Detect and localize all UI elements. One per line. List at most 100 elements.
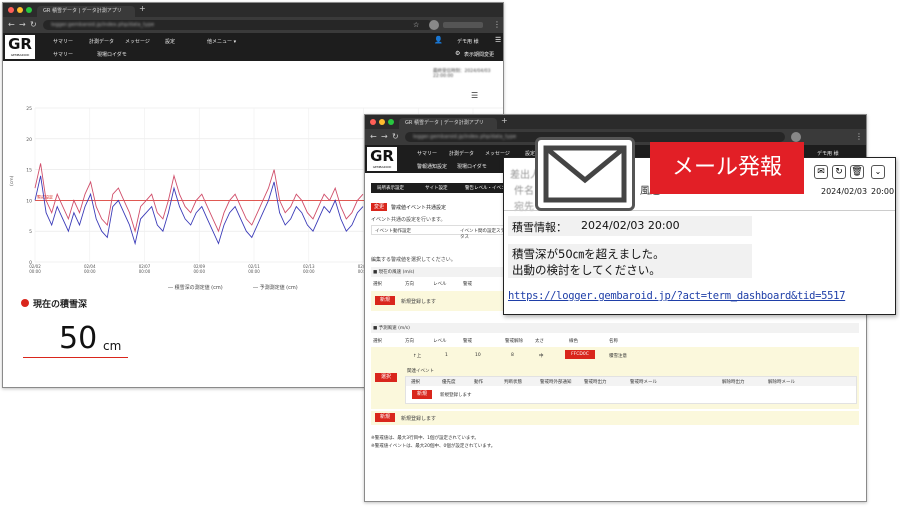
mail-alert-badge: メール発報	[650, 142, 804, 194]
minimize-dot[interactable]	[379, 119, 385, 125]
x-tick-label: 00:00	[303, 269, 315, 274]
logo-text: GR	[8, 35, 32, 53]
change-button[interactable]: 変更	[371, 203, 387, 211]
mail-alert-badge-text: メール発報	[671, 155, 782, 180]
forward-arrow-icon[interactable]: →	[381, 129, 388, 145]
tab-title: GR 積雪データ | データ計測アプリ	[405, 120, 484, 126]
subnav-alert-settings[interactable]: 警報通知設定	[417, 163, 447, 170]
nav-data[interactable]: 計測データ	[89, 38, 114, 45]
row-line-color-swatch[interactable]: FFCD0C	[565, 350, 595, 359]
related-col-state: 判断状態	[504, 380, 522, 385]
app-header: GR GEMBAROID サマリー 計測データ メッセージ 設定 他メニュー ▾…	[3, 33, 503, 61]
block1-new-button[interactable]: 新規	[375, 296, 395, 305]
block2-header: ■ 予測風速 (m/s)	[371, 323, 859, 333]
period-change-link[interactable]: 表示期間変更	[464, 51, 494, 58]
subject-label: 件名	[514, 186, 534, 197]
minimize-dot[interactable]	[17, 7, 23, 13]
y-tick-label: 15	[26, 168, 32, 174]
new-tab-icon[interactable]: +	[501, 116, 508, 125]
chevron-down-icon[interactable]: ⌄	[871, 165, 885, 179]
subnav-summary[interactable]: サマリー	[53, 51, 73, 58]
gr-logo: GR GEMBAROID	[5, 35, 35, 59]
nav-summary[interactable]: サマリー	[417, 150, 437, 157]
url-text: logger.gembaroid.jp/index.php/data_type	[413, 134, 517, 140]
row-alert: 10	[475, 353, 481, 358]
nav-messages[interactable]: メッセージ	[485, 150, 510, 157]
related-register-text: 新規登録します	[440, 393, 472, 398]
refresh-icon[interactable]: ↻	[832, 165, 846, 179]
forward-arrow-icon[interactable]: →	[19, 17, 26, 33]
section-title: 警戒値イベント共通設定	[391, 205, 447, 211]
col-alert-release: 警戒解除	[505, 339, 523, 344]
col-alert: 警戒	[463, 339, 472, 344]
col-direction: 方向	[405, 339, 414, 344]
legend-predicted: ― 予測測定値 (cm)	[253, 285, 298, 291]
info-datetime: 2024/02/03 20:00	[581, 219, 680, 232]
settings-icon[interactable]: ⚙	[455, 50, 460, 57]
snow-depth-value: 50	[59, 321, 98, 356]
browser-tab[interactable]: GR 積雪データ | データ計測アプリ	[37, 6, 135, 17]
url-text: logger.gembaroid.jp/index.php/data_type	[51, 22, 155, 28]
related-events-table: 選択 優先度 動作 判断状態 警戒時外部通知 警戒時出力 警戒時メール 解除時出…	[405, 376, 857, 404]
block2-new-button[interactable]: 新規	[375, 413, 395, 422]
x-tick-label: 00:00	[139, 269, 151, 274]
nav-messages[interactable]: メッセージ	[125, 38, 150, 45]
nav-summary[interactable]: サマリー	[53, 38, 73, 45]
x-tick-label: 00:00	[193, 269, 205, 274]
logo-subtext: GEMBAROID	[372, 165, 392, 169]
subnav-site[interactable]: 現場ロイダモ	[457, 163, 487, 170]
related-col-release-mail: 解除時メール	[768, 380, 795, 385]
nav-other-menu[interactable]: 他メニュー ▾	[207, 38, 236, 45]
profile-avatar[interactable]	[429, 20, 439, 30]
back-arrow-icon[interactable]: ←	[8, 17, 15, 33]
nav-settings[interactable]: 設定	[525, 150, 535, 157]
block1-title: ■ 現在の風速 (m/s)	[373, 270, 415, 275]
nav-data[interactable]: 計測データ	[449, 150, 474, 157]
email-date: 2024/02/03	[821, 187, 868, 196]
block2-select-button[interactable]: 選択	[375, 373, 397, 382]
y-tick-label: 25	[26, 106, 32, 112]
related-new-button[interactable]: 新規	[412, 390, 432, 399]
browser-menu-icon[interactable]: ⋮	[493, 17, 501, 33]
block2-register-text: 新規登録します	[401, 416, 437, 422]
x-tick-label: 00:00	[29, 269, 41, 274]
col-select: 選択	[373, 282, 382, 287]
col-level: レベル	[433, 339, 447, 344]
browser-menu-icon[interactable]: ⋮	[855, 129, 863, 145]
row-name: 積雪注意	[609, 354, 627, 359]
close-dot[interactable]	[370, 119, 376, 125]
new-tab-icon[interactable]: +	[139, 4, 146, 13]
tab-local-display[interactable]: 局所表示設定	[377, 185, 404, 191]
value-underline	[23, 357, 128, 358]
reload-icon[interactable]: ↻	[30, 17, 37, 33]
star-icon[interactable]: ☆	[413, 17, 419, 33]
tab-site-settings[interactable]: サイト設定	[425, 185, 448, 191]
legend-measured: ― 積雪深の測定値 (cm)	[168, 285, 223, 291]
user-icon[interactable]: 👤	[434, 36, 443, 44]
trash-icon[interactable]: 🗑	[850, 165, 864, 179]
back-arrow-icon[interactable]: ←	[370, 129, 377, 145]
maximize-dot[interactable]	[388, 119, 394, 125]
close-dot[interactable]	[8, 7, 14, 13]
nav-settings[interactable]: 設定	[165, 38, 175, 45]
profile-avatar[interactable]	[791, 132, 801, 142]
event-settings-table: イベント動作設定 イベント間の設定ステータス	[371, 225, 511, 240]
event-col-action: イベント動作設定	[375, 229, 411, 234]
row-level: 1	[445, 353, 448, 358]
related-col-priority: 優先度	[442, 380, 456, 385]
related-col-alert-mail: 警戒時メール	[630, 380, 657, 385]
menu-list-icon[interactable]: ☰	[495, 36, 501, 44]
browser-tab[interactable]: GR 積雪データ | データ計測アプリ	[399, 118, 497, 129]
reply-icon[interactable]: ✉	[814, 165, 828, 179]
reload-icon[interactable]: ↻	[392, 129, 399, 145]
subnav-site[interactable]: 現場ロイダモ	[97, 51, 127, 58]
dashboard-link[interactable]: https://logger.gembaroid.jp/?act=term_da…	[508, 290, 846, 302]
maximize-dot[interactable]	[26, 7, 32, 13]
envelope-icon	[535, 137, 635, 211]
row-thickness: 中	[539, 354, 544, 359]
x-tick-label: 00:00	[248, 269, 260, 274]
x-tick-label: 00:00	[84, 269, 96, 274]
col-line-color: 線色	[569, 339, 578, 344]
message-line-2: 出動の検討をしてください。	[512, 263, 661, 277]
address-field[interactable]: logger.gembaroid.jp/index.php/data_type	[43, 20, 433, 30]
